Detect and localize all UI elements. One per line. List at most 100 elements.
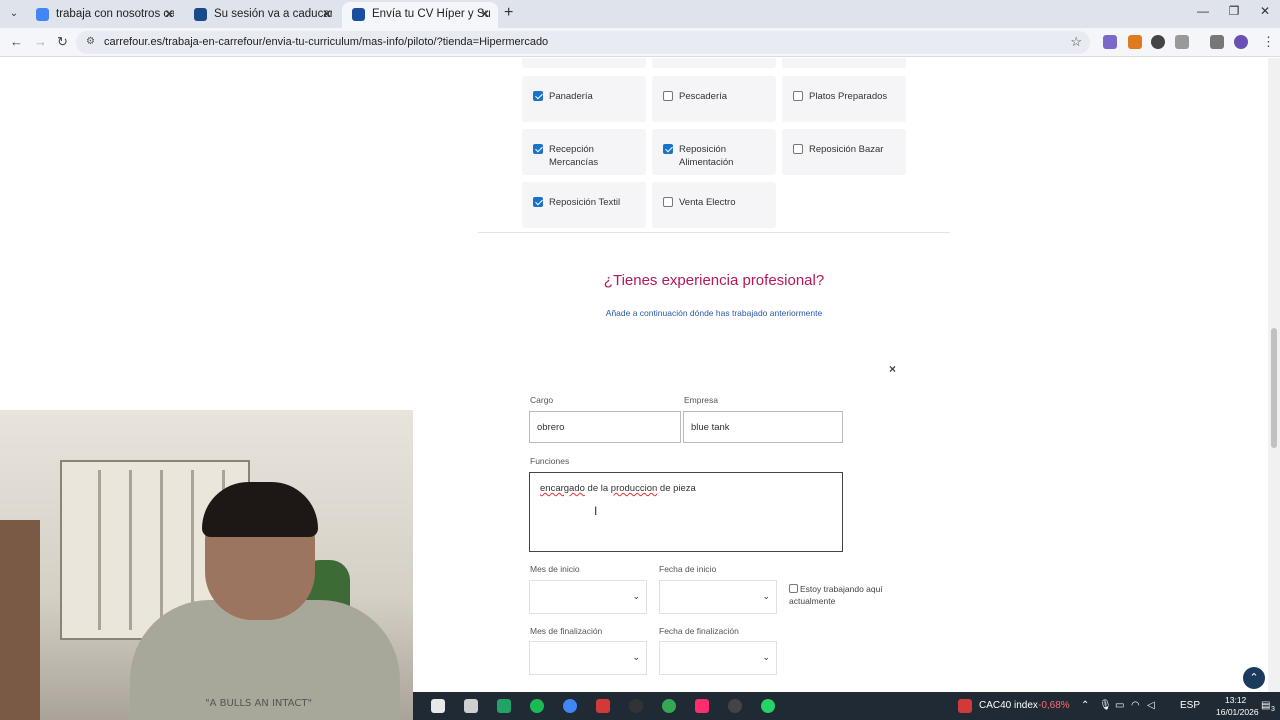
trabajando-label: Estoy trabajando aquí actualmente xyxy=(789,584,883,606)
ticker-name[interactable]: CAC40 index xyxy=(979,700,1038,711)
text-cursor-icon: I xyxy=(594,504,598,518)
app-icon[interactable] xyxy=(728,699,742,713)
capcut-icon[interactable] xyxy=(431,699,445,713)
extension-icon[interactable] xyxy=(1128,35,1142,49)
clock-time[interactable]: 13:12 xyxy=(1225,695,1246,705)
checkbox[interactable] xyxy=(663,197,673,207)
site-favicon-icon xyxy=(194,8,207,21)
maximize-icon[interactable]: ❐ xyxy=(1219,4,1249,18)
category-card-partial xyxy=(782,58,906,68)
category-reposicion-alimentacion[interactable]: Reposición Alimentación xyxy=(652,129,776,175)
profile-avatar[interactable] xyxy=(1234,35,1248,49)
app-icon[interactable] xyxy=(464,699,478,713)
clock-date[interactable]: 16/01/2026 xyxy=(1216,707,1259,717)
show-hidden-icons-icon[interactable]: ⌃ xyxy=(1081,700,1089,711)
page-scrollbar[interactable] xyxy=(1268,58,1280,692)
category-reposicion-bazar[interactable]: Reposición Bazar xyxy=(782,129,906,175)
notification-count: 3 xyxy=(1271,706,1275,713)
close-icon[interactable]: × xyxy=(889,362,896,376)
tab-2[interactable]: Su sesión va a caducar. ✕ xyxy=(184,2,340,28)
experience-heading: ¿Tienes experiencia profesional? xyxy=(603,272,825,289)
address-bar[interactable]: ⚙ carrefour.es/trabaja-en-carrefour/envi… xyxy=(76,31,1090,54)
menu-dots-icon[interactable]: ⋮ xyxy=(1262,34,1275,50)
language-indicator[interactable]: ESP xyxy=(1180,700,1200,711)
tiktok-icon[interactable] xyxy=(695,699,709,713)
extension-icon[interactable] xyxy=(1103,35,1117,49)
category-venta-electro[interactable]: Venta Electro xyxy=(652,182,776,228)
chrome-icon[interactable] xyxy=(563,699,577,713)
textarea-text: de la xyxy=(584,483,611,494)
funciones-label: Funciones xyxy=(530,456,570,466)
scroll-to-top-button[interactable]: ⌃ xyxy=(1243,667,1265,689)
back-icon[interactable]: ← xyxy=(10,34,23,49)
misspelled-word: encargado xyxy=(540,483,585,494)
webcam-overlay: "A BULLS AN INTACT" xyxy=(0,410,413,720)
category-label: Reposición Alimentación xyxy=(679,144,734,168)
extensions-puzzle-icon[interactable] xyxy=(1175,35,1189,49)
stock-chart-icon xyxy=(958,699,972,713)
forward-icon[interactable]: → xyxy=(34,34,47,49)
bookmark-star-icon[interactable]: ☆ xyxy=(1070,34,1082,50)
close-tab-icon[interactable]: ✕ xyxy=(164,2,174,26)
fecha-inicio-select[interactable]: ⌄ xyxy=(659,580,777,614)
reload-icon[interactable]: ↻ xyxy=(57,34,68,50)
close-window-icon[interactable]: ✕ xyxy=(1250,4,1280,18)
category-reposicion-textil[interactable]: Reposición Textil xyxy=(522,182,646,228)
checkbox-checked[interactable] xyxy=(533,144,543,154)
checkbox[interactable] xyxy=(793,91,803,101)
category-label: Recepción Mercancías xyxy=(549,144,599,168)
mes-fin-label: Mes de finalización xyxy=(530,626,603,636)
app-icon[interactable] xyxy=(596,699,610,713)
checkbox-checked[interactable] xyxy=(663,144,673,154)
category-recepcion-mercancias[interactable]: Recepción Mercancías xyxy=(522,129,646,175)
checkbox[interactable] xyxy=(793,144,803,154)
fecha-fin-select[interactable]: ⌄ xyxy=(659,641,777,675)
checkbox-checked[interactable] xyxy=(533,197,543,207)
volume-icon[interactable]: ◁ xyxy=(1147,700,1155,711)
funciones-textarea[interactable]: encargado de la produccion de pieza xyxy=(529,472,843,552)
reading-list-icon[interactable] xyxy=(1210,35,1224,49)
trabajando-checkbox[interactable]: Estoy trabajando aquí actualmente xyxy=(789,583,889,607)
minimize-icon[interactable]: — xyxy=(1188,4,1218,18)
close-tab-icon[interactable]: ✕ xyxy=(322,2,332,26)
checkbox[interactable] xyxy=(663,91,673,101)
wifi-icon[interactable]: ◠ xyxy=(1131,700,1140,711)
checkbox[interactable] xyxy=(789,584,798,593)
mic-icon[interactable]: 🎙 xyxy=(1099,700,1112,711)
cargo-input[interactable]: obrero xyxy=(529,411,681,443)
category-platos-preparados[interactable]: Platos Preparados xyxy=(782,76,906,122)
tab-search-icon[interactable]: ⌄ xyxy=(6,6,22,22)
app-icon[interactable] xyxy=(629,699,643,713)
carrefour-favicon-icon xyxy=(352,8,365,21)
tab-title: Su sesión va a caducar. xyxy=(214,8,332,20)
mes-fin-select[interactable]: ⌄ xyxy=(529,641,647,675)
category-pescaderia[interactable]: Pescadería xyxy=(652,76,776,122)
new-tab-button[interactable]: + xyxy=(504,4,513,22)
close-tab-icon[interactable]: ✕ xyxy=(480,2,490,26)
tab-3-active[interactable]: Envía tu CV Híper y Super - Tra ✕ xyxy=(342,2,498,28)
textarea-text: de pieza xyxy=(657,483,696,494)
battery-icon[interactable]: ▭ xyxy=(1115,700,1124,711)
ticker-change[interactable]: -0,68% xyxy=(1038,700,1070,711)
tab-title: Envía tu CV Híper y Super - Tra xyxy=(372,8,490,20)
whatsapp-icon[interactable] xyxy=(761,699,775,713)
spotify-icon[interactable] xyxy=(530,699,544,713)
mes-inicio-select[interactable]: ⌄ xyxy=(529,580,647,614)
empresa-input[interactable]: blue tank xyxy=(683,411,843,443)
scrollbar-thumb[interactable] xyxy=(1271,328,1277,448)
category-card-partial xyxy=(652,58,776,68)
chevron-down-icon: ⌄ xyxy=(762,652,770,662)
notifications-icon[interactable]: ▤ xyxy=(1261,700,1270,711)
excel-icon[interactable] xyxy=(497,699,511,713)
extension-icon[interactable] xyxy=(1151,35,1165,49)
site-info-icon[interactable]: ⚙ xyxy=(86,36,95,47)
chevron-down-icon: ⌄ xyxy=(762,591,770,601)
tab-1[interactable]: trabaja con nosotros carrefour - ✕ xyxy=(26,2,182,28)
chevron-down-icon: ⌄ xyxy=(632,652,640,662)
checkbox-checked[interactable] xyxy=(533,91,543,101)
chevron-down-icon: ⌄ xyxy=(632,591,640,601)
category-panaderia[interactable]: Panadería xyxy=(522,76,646,122)
chrome-profile-icon[interactable] xyxy=(662,699,676,713)
url-text[interactable]: carrefour.es/trabaja-en-carrefour/envia-… xyxy=(104,36,548,48)
google-favicon-icon xyxy=(36,8,49,21)
